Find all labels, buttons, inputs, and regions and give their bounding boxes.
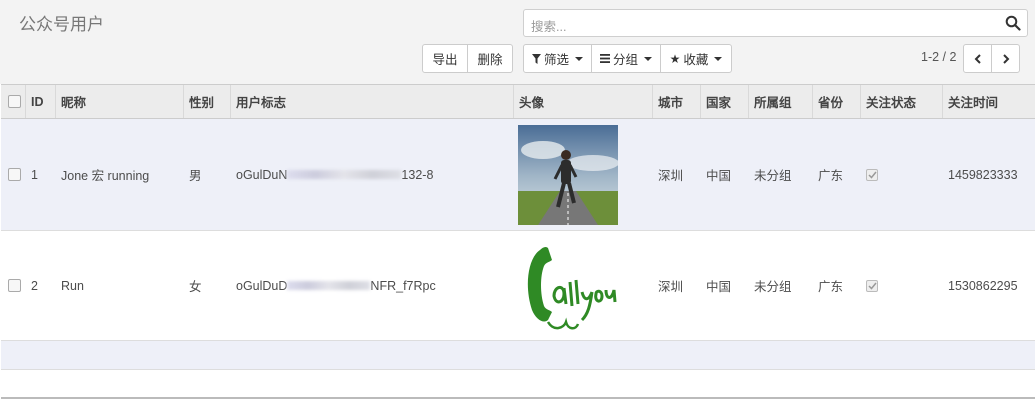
favorites-dropdown[interactable]: ★ 收藏 [660,44,732,73]
pager-previous-button[interactable] [963,44,992,73]
table-row[interactable]: 2 Run 女 oGulDuD NFR_f7Rpc 深圳 中国 未分组 广东 15… [1,231,1035,341]
cell-city: 深圳 [658,169,684,183]
chevron-right-icon [1002,53,1009,64]
cell-gender: 男 [189,169,202,183]
control-panel: 公众号用户 搜索... 导出 删除 筛选 分组 ★ 收藏 1-2 / 2 [0,0,1035,84]
chevron-down-icon [575,56,583,61]
openid-blurred [287,170,402,179]
cell-nickname: Jone 宏 running [61,169,150,183]
avatar-image-call-you-logo [518,235,618,336]
empty-row [1,370,1035,399]
star-icon: ★ [669,51,681,66]
chevron-down-icon [644,56,652,61]
cell-province: 广东 [818,169,844,183]
column-header-id[interactable]: ID [26,85,56,118]
search-input[interactable]: 搜索... [523,9,1028,37]
openid-prefix: oGulDuN [236,167,288,182]
select-all-checkbox[interactable] [1,85,26,118]
cell-avatar [518,231,618,340]
chevron-left-icon [974,53,981,64]
page-title: 公众号用户 [19,15,104,34]
search-icon[interactable] [1005,15,1021,31]
column-header-group[interactable]: 所属组 [749,85,813,118]
cell-city: 深圳 [658,280,684,294]
cell-country: 中国 [706,280,732,294]
cell-subscribe-time: 1530862295 [948,278,1018,293]
column-header-city[interactable]: 城市 [653,85,701,118]
column-header-subscribed[interactable]: 关注状态 [861,85,943,118]
delete-label: 删除 [477,53,503,67]
empty-row [1,341,1035,370]
cell-subscribe-time: 1459823333 [948,167,1018,182]
pager-next-button[interactable] [991,44,1020,73]
table-row[interactable]: 1 Jone 宏 running 男 oGulDuN 132-8 深圳 中国 未… [1,119,1035,231]
column-header-avatar[interactable]: 头像 [514,85,653,118]
avatar-image-runner [518,124,618,225]
cell-openid: oGulDuN 132-8 [236,119,433,230]
cell-subscribed-checkbox [866,119,878,230]
list-icon [599,54,610,63]
export-button[interactable]: 导出 [422,44,468,73]
filter-label: 筛选 [543,53,569,67]
checkmark-icon [867,171,877,179]
cell-province: 广东 [818,280,844,294]
cell-id: 1 [31,167,38,182]
row-checkbox[interactable] [8,231,21,340]
cell-group: 未分组 [754,169,792,183]
cell-avatar [518,119,618,230]
favorites-label: 收藏 [683,53,709,67]
column-header-subscribe-time[interactable]: 关注时间 [943,85,1035,118]
table-header: ID 昵称 性别 用户标志 头像 城市 国家 所属组 省份 关注状态 关注时间 [1,85,1035,119]
column-header-province[interactable]: 省份 [813,85,861,118]
cell-openid: oGulDuD NFR_f7Rpc [236,231,436,340]
group-by-label: 分组 [612,53,638,67]
chevron-down-icon [714,56,723,61]
pager-value[interactable]: 1-2 / 2 [921,50,956,64]
search-placeholder: 搜索... [531,20,567,34]
delete-button[interactable]: 删除 [467,44,513,73]
cell-id: 2 [31,278,38,293]
checkmark-icon [867,282,877,290]
column-header-openid[interactable]: 用户标志 [231,85,514,118]
cell-country: 中国 [706,169,732,183]
group-by-dropdown[interactable]: 分组 [591,44,661,73]
column-header-gender[interactable]: 性别 [184,85,231,118]
column-header-country[interactable]: 国家 [701,85,749,118]
openid-suffix: NFR_f7Rpc [370,278,436,293]
cell-nickname: Run [61,278,84,293]
openid-suffix: 132-8 [401,167,434,182]
row-checkbox[interactable] [8,119,21,230]
openid-blurred [287,281,371,290]
users-table: ID 昵称 性别 用户标志 头像 城市 国家 所属组 省份 关注状态 关注时间 … [1,84,1035,399]
openid-prefix: oGulDuD [236,278,288,293]
column-header-nickname[interactable]: 昵称 [56,85,184,118]
export-label: 导出 [432,53,458,67]
filter-dropdown[interactable]: 筛选 [523,44,592,73]
cell-group: 未分组 [754,280,792,294]
filter-icon [531,53,541,64]
cell-gender: 女 [189,280,202,294]
cell-subscribed-checkbox [866,231,878,340]
